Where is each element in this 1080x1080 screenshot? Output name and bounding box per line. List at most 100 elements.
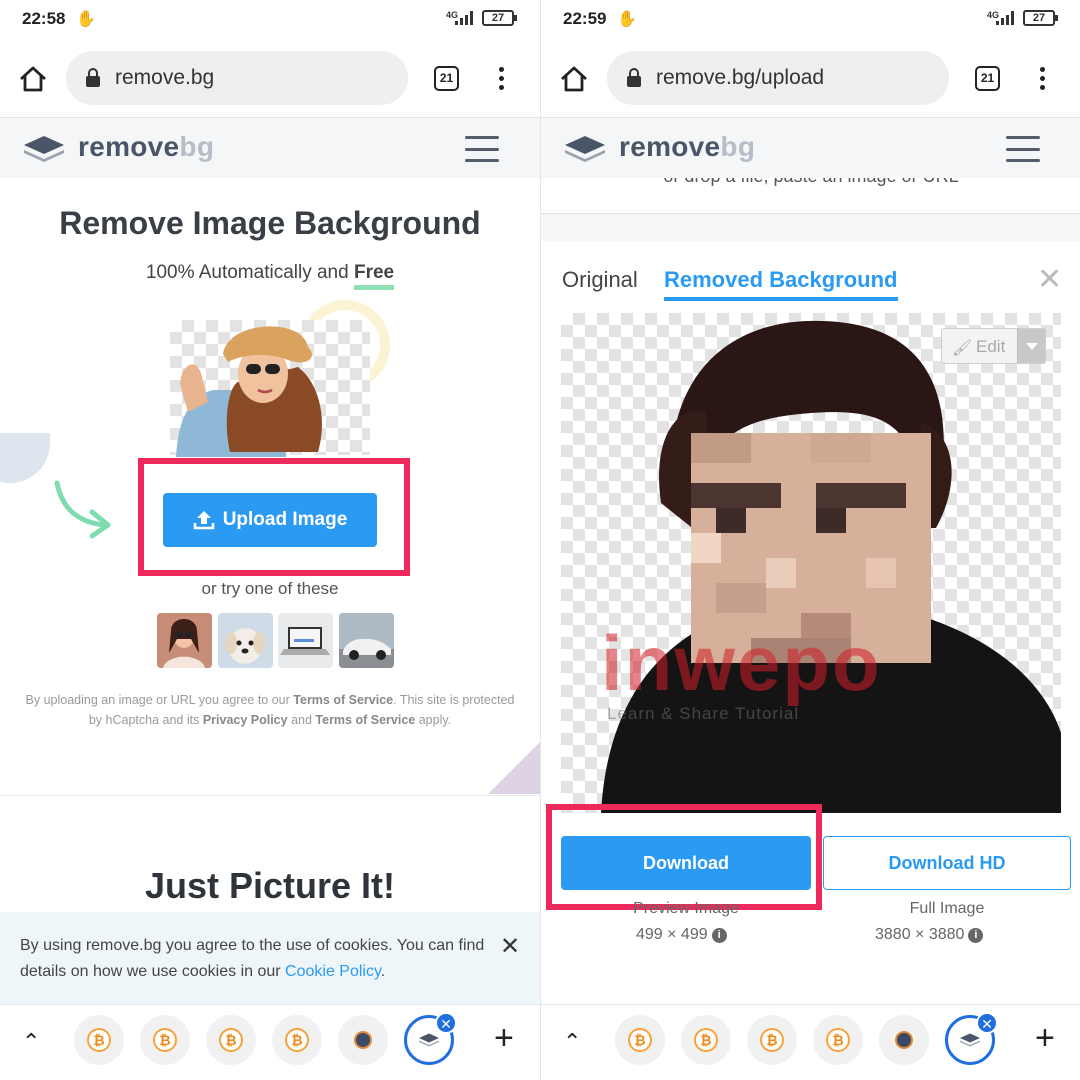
brand-name[interactable]: removebg bbox=[78, 131, 214, 163]
close-result-icon[interactable]: ✕ bbox=[1037, 262, 1062, 297]
tab-strip: ⌃ ₿ ₿ ₿ ₿ ✕ + bbox=[541, 1004, 1080, 1080]
battery-icon: 27 bbox=[482, 10, 517, 26]
tab-thumbnail[interactable]: ₿ bbox=[615, 1015, 665, 1065]
edit-label: Edit bbox=[976, 337, 1006, 356]
bitcoin-icon: ₿ bbox=[87, 1028, 111, 1052]
full-dimensions: 3880 × 3880 i bbox=[875, 926, 984, 944]
close-tab-icon[interactable]: ✕ bbox=[435, 1012, 457, 1034]
signal-icon bbox=[996, 11, 1016, 25]
active-tab-thumbnail[interactable]: ✕ bbox=[404, 1012, 457, 1065]
new-tab-icon[interactable]: + bbox=[1035, 1019, 1055, 1058]
status-bar: 22:58 ✋ 4G 27 bbox=[0, 0, 540, 40]
bitcoin-icon: ₿ bbox=[219, 1028, 243, 1052]
terms-of-service-link-2[interactable]: Terms of Service bbox=[315, 713, 415, 727]
lock-icon bbox=[627, 68, 641, 87]
site-favicon-icon bbox=[354, 1031, 372, 1049]
try-samples-text: or try one of these bbox=[201, 579, 339, 598]
notification-icon: ✋ bbox=[76, 11, 96, 28]
tab-thumbnail[interactable] bbox=[879, 1015, 929, 1065]
upload-image-button[interactable]: Upload Image bbox=[163, 493, 377, 547]
arrow-icon bbox=[54, 480, 111, 539]
browser-toolbar: remove.bg/upload 21 bbox=[541, 40, 1080, 118]
chevron-down-icon[interactable] bbox=[1017, 329, 1045, 363]
cookie-message: By using remove.bg you agree to the use … bbox=[20, 937, 485, 980]
address-bar[interactable]: remove.bg bbox=[66, 51, 408, 105]
sample-thumb-dog[interactable] bbox=[218, 613, 273, 668]
active-tab-thumbnail[interactable]: ✕ bbox=[945, 1012, 998, 1065]
download-hd-button[interactable]: Download HD bbox=[823, 836, 1071, 890]
full-dim-text: 3880 × 3880 bbox=[875, 926, 965, 943]
signal-icon bbox=[455, 11, 475, 25]
bitcoin-icon: ₿ bbox=[694, 1028, 718, 1052]
cookie-banner: By using remove.bg you agree to the use … bbox=[0, 912, 540, 1004]
chevron-up-icon[interactable]: ⌃ bbox=[22, 1029, 40, 1055]
tab-removed-background[interactable]: Removed Background bbox=[664, 267, 898, 301]
status-time: 22:59 bbox=[563, 9, 607, 28]
full-image-label: Full Image bbox=[909, 900, 985, 917]
terms-notice: By uploading an image or URL you agree t… bbox=[20, 690, 520, 730]
removebg-favicon-icon bbox=[419, 1033, 439, 1047]
tab-strip: ⌃ ₿ ₿ ₿ ₿ ✕ + bbox=[0, 1004, 540, 1080]
site-header: removebg bbox=[541, 118, 1080, 178]
hero-subtitle: 100% Automatically and Free bbox=[0, 262, 540, 290]
info-icon[interactable]: i bbox=[711, 928, 727, 943]
tab-switcher-button[interactable]: 21 bbox=[975, 66, 1000, 91]
subtitle-prefix: 100% Automatically and bbox=[145, 262, 354, 283]
close-cookie-icon[interactable]: ✕ bbox=[500, 932, 520, 961]
tab-thumbnail[interactable]: ₿ bbox=[74, 1015, 124, 1065]
home-icon[interactable] bbox=[18, 64, 48, 94]
tab-thumbnail[interactable] bbox=[338, 1015, 388, 1065]
result-preview bbox=[561, 313, 1061, 813]
hero-title: Remove Image Background bbox=[59, 205, 481, 241]
terms-text-3: and bbox=[287, 713, 316, 727]
url-text: remove.bg bbox=[115, 66, 215, 89]
brand-name[interactable]: removebg bbox=[619, 131, 755, 163]
decorative-shape bbox=[0, 433, 50, 483]
home-icon[interactable] bbox=[559, 64, 589, 94]
hamburger-menu-icon[interactable] bbox=[465, 136, 499, 162]
status-bar: 22:59 ✋ 4G 27 bbox=[541, 0, 1080, 40]
info-icon[interactable]: i bbox=[968, 928, 984, 943]
cookie-policy-link[interactable]: Cookie Policy bbox=[285, 963, 381, 980]
tab-thumbnail[interactable]: ₿ bbox=[272, 1015, 322, 1065]
sample-thumb-woman[interactable] bbox=[157, 613, 212, 668]
privacy-policy-link[interactable]: Privacy Policy bbox=[203, 713, 288, 727]
tab-switcher-button[interactable]: 21 bbox=[434, 66, 459, 91]
edit-button[interactable]: 🖌 Edit bbox=[941, 328, 1046, 364]
person-cutout-image bbox=[601, 320, 1061, 813]
watermark-subtext: Learn & Share Tutorial bbox=[607, 704, 800, 723]
terms-of-service-link[interactable]: Terms of Service bbox=[293, 693, 393, 707]
tab-thumbnail[interactable]: ₿ bbox=[747, 1015, 797, 1065]
logo-icon[interactable] bbox=[22, 134, 66, 164]
tab-original[interactable]: Original bbox=[562, 267, 638, 293]
brush-icon: 🖌 bbox=[952, 340, 973, 357]
chevron-up-icon[interactable]: ⌃ bbox=[563, 1029, 581, 1055]
bitcoin-icon: ₿ bbox=[285, 1028, 309, 1052]
tab-thumbnail[interactable]: ₿ bbox=[681, 1015, 731, 1065]
terms-text-1: By uploading an image or URL you agree t… bbox=[25, 693, 294, 707]
url-text: remove.bg/upload bbox=[656, 66, 825, 89]
tab-thumbnail[interactable]: ₿ bbox=[813, 1015, 863, 1065]
sample-thumb-car[interactable] bbox=[339, 613, 394, 668]
more-menu-icon[interactable] bbox=[497, 67, 505, 91]
download-button[interactable]: Download bbox=[561, 836, 811, 890]
tab-thumbnail[interactable]: ₿ bbox=[206, 1015, 256, 1065]
site-favicon-icon bbox=[895, 1031, 913, 1049]
decorative-triangle bbox=[488, 742, 540, 794]
bitcoin-icon: ₿ bbox=[153, 1028, 177, 1052]
upload-button-label: Upload Image bbox=[222, 509, 348, 530]
sample-thumb-laptop[interactable] bbox=[278, 613, 333, 668]
logo-icon[interactable] bbox=[563, 134, 607, 164]
lock-icon bbox=[86, 68, 100, 87]
new-tab-icon[interactable]: + bbox=[494, 1019, 514, 1058]
preview-dim-text: 499 × 499 bbox=[636, 926, 708, 943]
preview-image-label: Preview Image bbox=[633, 900, 739, 917]
close-tab-icon[interactable]: ✕ bbox=[976, 1012, 998, 1034]
tab-thumbnail[interactable]: ₿ bbox=[140, 1015, 190, 1065]
more-menu-icon[interactable] bbox=[1038, 67, 1046, 91]
address-bar[interactable]: remove.bg/upload bbox=[607, 51, 949, 105]
hamburger-menu-icon[interactable] bbox=[1006, 136, 1040, 162]
section-title: Just Picture It! bbox=[144, 865, 396, 906]
bitcoin-icon: ₿ bbox=[760, 1028, 784, 1052]
